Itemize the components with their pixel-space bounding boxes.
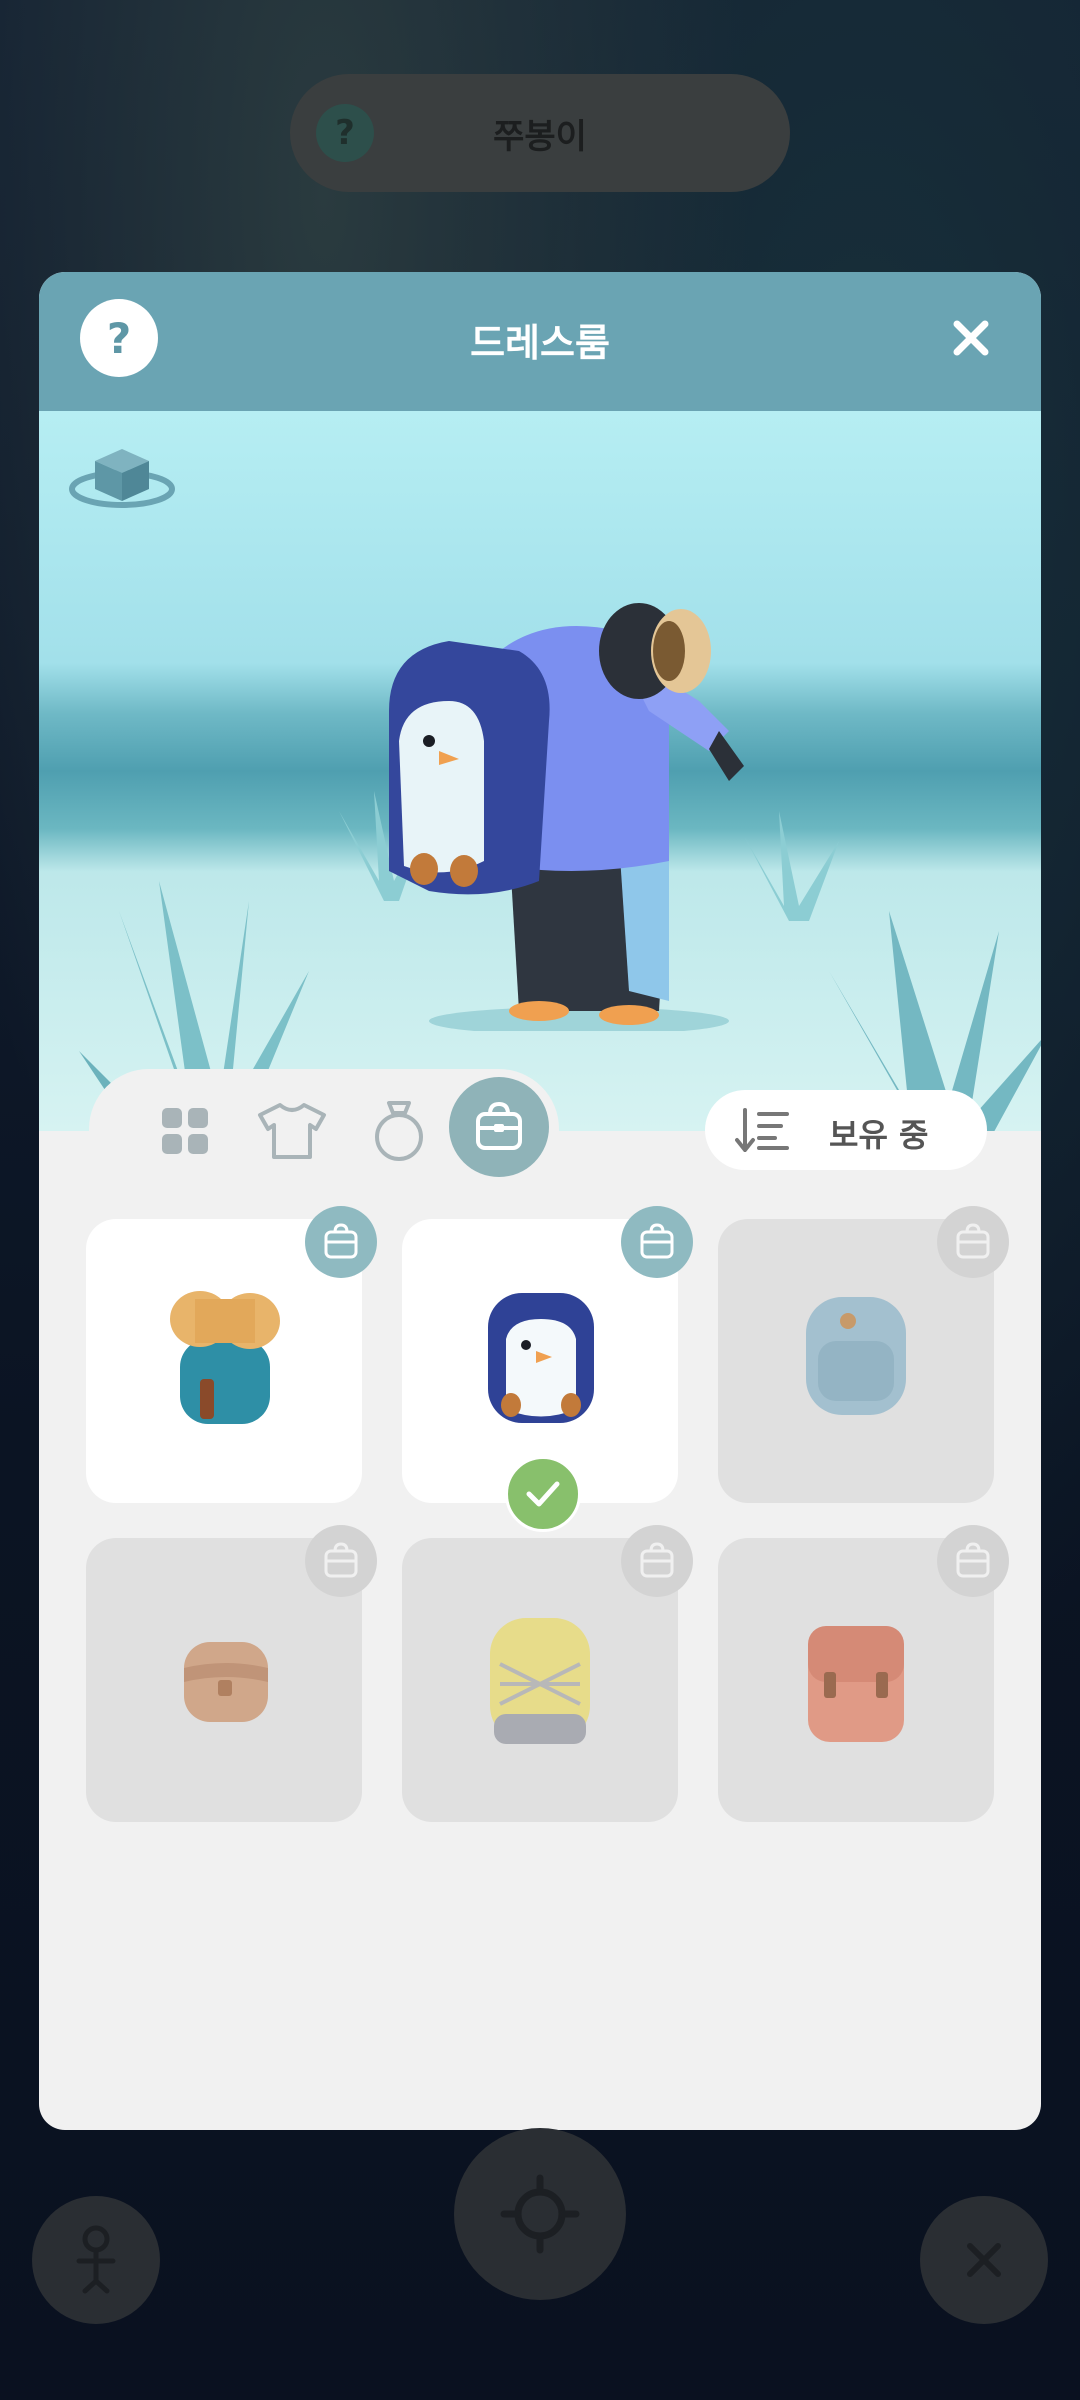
dressroom-dialog: ? 드레스룸 보유 중 bbox=[39, 272, 1041, 2130]
dialog-header: ? 드레스룸 bbox=[39, 272, 1041, 411]
rotate-view-icon[interactable] bbox=[67, 443, 177, 519]
sort-button[interactable]: 보유 중 bbox=[705, 1090, 987, 1170]
locked-badge bbox=[621, 1525, 693, 1597]
ring-icon bbox=[375, 1101, 423, 1161]
equipped-check-badge bbox=[505, 1456, 581, 1532]
crosshair-icon bbox=[500, 2174, 580, 2254]
close-button[interactable] bbox=[943, 310, 999, 366]
tab-all[interactable] bbox=[137, 1083, 233, 1179]
sort-label: 보유 중 bbox=[829, 1116, 929, 1154]
person-icon bbox=[76, 2225, 116, 2294]
character-name: 쭈봉이 bbox=[493, 116, 587, 157]
locate-button[interactable] bbox=[454, 2128, 626, 2300]
locked-badge bbox=[937, 1206, 1009, 1278]
bag-icon bbox=[324, 1542, 358, 1578]
close-icon bbox=[953, 320, 989, 356]
character-button[interactable] bbox=[32, 2196, 160, 2324]
owned-badge bbox=[305, 1206, 377, 1278]
bedroll-backpack-image bbox=[170, 1291, 280, 1424]
bag-icon bbox=[956, 1542, 990, 1578]
bag-icon bbox=[640, 1542, 674, 1578]
penguin-avatar bbox=[389, 603, 744, 1031]
blue-backpack-image bbox=[806, 1297, 906, 1415]
bag-icon bbox=[956, 1223, 990, 1259]
locked-badge bbox=[937, 1525, 1009, 1597]
character-name-pill: ? 쭈봉이 bbox=[290, 74, 790, 192]
help-icon-dim: ? bbox=[316, 104, 374, 162]
bag-icon bbox=[476, 1101, 522, 1150]
bag-icon bbox=[640, 1223, 674, 1259]
category-tabs bbox=[89, 1069, 559, 1187]
tab-clothes[interactable] bbox=[244, 1083, 340, 1179]
bag-icon bbox=[324, 1223, 358, 1259]
tab-accessory[interactable] bbox=[351, 1083, 447, 1179]
penguin-backpack-image bbox=[488, 1293, 594, 1423]
red-school-bag-image bbox=[808, 1626, 904, 1742]
close-icon bbox=[967, 2243, 1001, 2277]
brown-satchel-image bbox=[184, 1642, 268, 1722]
tab-bag[interactable] bbox=[449, 1077, 549, 1177]
sort-icon bbox=[735, 1108, 789, 1152]
check-icon bbox=[526, 1481, 560, 1507]
yellow-backpack-image bbox=[490, 1618, 590, 1744]
close-bottom-button[interactable] bbox=[920, 2196, 1048, 2324]
shirt-icon bbox=[258, 1103, 326, 1159]
owned-badge bbox=[621, 1206, 693, 1278]
grid-icon bbox=[162, 1108, 208, 1154]
character-preview[interactable] bbox=[39, 411, 1041, 1131]
dialog-title: 드레스룸 bbox=[470, 321, 610, 365]
locked-badge bbox=[305, 1525, 377, 1597]
